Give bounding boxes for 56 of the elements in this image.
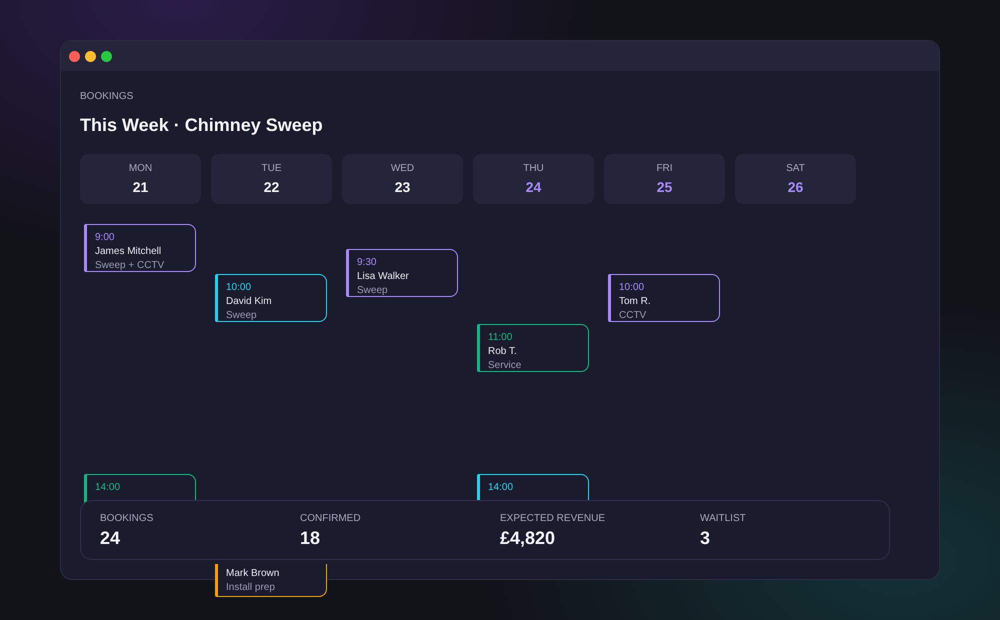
stat-label: EXPECTED REVENUE [500,512,606,524]
customer-name: James Mitchell [95,246,162,258]
service-name: Service [488,360,522,372]
day-header[interactable]: WED 23 [342,154,463,204]
page-title: This Week · Chimney Sweep [80,115,323,135]
service-name: Sweep [357,285,389,297]
day-header[interactable]: THU 24 [473,154,594,204]
customer-name: Mark Brown [226,568,280,580]
booking-card[interactable]: 9:30 Lisa Walker Sweep [346,249,458,297]
date-number: 21 [132,179,148,195]
day-header[interactable]: TUE 22 [211,154,332,204]
day-header[interactable]: MON 21 [80,154,201,204]
date-number: 22 [264,179,280,195]
booking-card[interactable]: 10:00 Tom R. CCTV [608,274,720,322]
stat-value: 3 [700,528,710,548]
weekday-label: FRI [656,163,673,175]
date-number: 24 [526,179,542,195]
weekday-label: WED [390,163,414,175]
booking-card[interactable]: 9:00 James Mitchell Sweep + CCTV [84,224,196,272]
stat-label: WAITLIST [700,512,746,524]
stat-value: 18 [300,528,320,548]
customer-name: David Kim [226,296,273,308]
weekday-label: THU [523,163,544,175]
service-name: Sweep + CCTV [95,260,166,272]
weekday-label: SAT [786,163,805,175]
service-name: Install prep [226,582,276,594]
booking-time: 14:00 [95,482,122,494]
booking-card[interactable]: 10:00 David Kim Sweep [215,274,327,322]
day-header[interactable]: SAT 26 [735,154,856,204]
booking-time: 10:00 [619,282,646,294]
booking-time: 11:00 [488,332,514,344]
maximize-button[interactable] [101,50,112,62]
close-button[interactable] [69,50,80,62]
minimize-button[interactable] [85,50,96,62]
customer-name: Rob T. [488,346,518,358]
booking-time: 9:00 [95,232,116,244]
date-number: 26 [788,179,804,195]
date-number: 23 [394,179,410,195]
stat-label: CONFIRMED [300,512,361,524]
booking-card[interactable]: Mark Brown Install prep [215,564,327,597]
booking-time: 10:00 [226,282,252,294]
date-number: 25 [656,179,672,195]
stat-value: £4,820 [500,528,556,548]
section-label: BOOKINGS [80,91,134,103]
stat-value: 24 [100,528,120,548]
day-header[interactable]: FRI 25 [604,154,725,204]
service-name: CCTV [619,310,648,322]
weekday-label: TUE [262,163,282,175]
customer-name: Lisa Walker [357,271,410,283]
service-name: Sweep [226,310,258,322]
weekday-label: MON [128,163,152,175]
stat-label: BOOKINGS [100,512,154,524]
customer-name: Tom R. [619,296,652,308]
booking-time: 14:00 [488,482,514,494]
booking-time: 9:30 [357,257,378,269]
booking-card[interactable]: 11:00 Rob T. Service [477,324,589,372]
